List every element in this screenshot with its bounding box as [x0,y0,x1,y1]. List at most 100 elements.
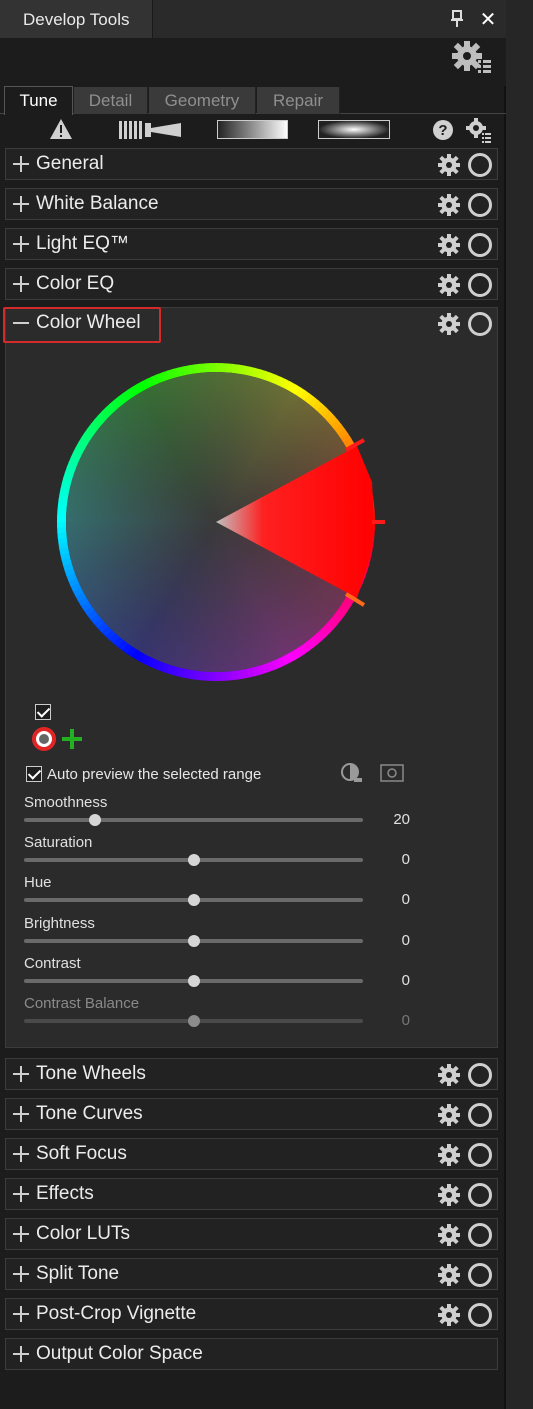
smoothness-label: Smoothness [24,794,108,811]
section-soft-focus[interactable]: Soft Focus [5,1138,498,1170]
range-enable-checkbox[interactable] [35,704,51,720]
slider-knob[interactable] [187,854,200,866]
section-white-balance[interactable]: White Balance [5,188,498,220]
gear-icon[interactable] [437,1183,461,1207]
settings-list-icon[interactable] [466,117,492,148]
contrast-balance-label: Contrast Balance [24,995,140,1012]
tab-label: Geometry [164,91,240,110]
expand-icon[interactable] [11,1344,31,1364]
toggle-circle-icon[interactable] [468,1103,492,1127]
toggle-circle-icon[interactable] [468,1063,492,1087]
section-color-luts[interactable]: Color LUTs [5,1218,498,1250]
radial-gradient-icon[interactable] [318,120,390,144]
hue-slider[interactable] [24,894,363,906]
panel-title-tab[interactable]: Develop Tools [0,0,153,38]
expand-icon[interactable] [11,274,31,294]
gear-icon[interactable] [437,1143,461,1167]
tab-label: Repair [272,91,324,110]
expand-icon[interactable] [11,1144,31,1164]
tab-detail[interactable]: Detail [74,87,148,114]
toggle-circle-icon[interactable] [468,1263,492,1287]
hue-value[interactable]: 0 [370,891,410,908]
section-output-color-space[interactable]: Output Color Space [5,1338,498,1370]
contrast-slider[interactable] [24,975,363,987]
warning-icon[interactable] [49,118,73,145]
toggle-circle-icon[interactable] [468,1223,492,1247]
expand-icon[interactable] [11,234,31,254]
brightness-value[interactable]: 0 [370,932,410,949]
gear-icon[interactable] [437,1063,461,1087]
toggle-circle-icon[interactable] [468,1143,492,1167]
expand-icon[interactable] [11,1064,31,1084]
smoothness-slider[interactable] [24,814,363,826]
gear-icon[interactable] [437,273,461,297]
slider-knob[interactable] [187,894,200,906]
section-effects[interactable]: Effects [5,1178,498,1210]
expand-icon[interactable] [11,1264,31,1284]
smoothness-value[interactable]: 20 [370,811,410,828]
section-label: Light EQ™ [36,233,129,254]
toggle-circle-icon[interactable] [468,153,492,177]
color-wheel[interactable] [54,362,386,686]
toggle-circle-icon[interactable] [468,312,492,336]
section-label: General [36,153,104,174]
contrast-label: Contrast [24,955,81,972]
section-post-crop-vignette[interactable]: Post-Crop Vignette [5,1298,498,1330]
section-label: Tone Wheels [36,1063,146,1084]
color-mask-icon[interactable] [340,762,364,789]
section-tone-wheels[interactable]: Tone Wheels [5,1058,498,1090]
preview-frame-icon[interactable] [380,764,404,787]
expand-icon[interactable] [11,154,31,174]
panel-title: Develop Tools [23,10,130,29]
gear-icon[interactable] [437,1263,461,1287]
tab-tune[interactable]: Tune [4,86,73,115]
section-tone-curves[interactable]: Tone Curves [5,1098,498,1130]
section-label: Color LUTs [36,1223,130,1244]
gear-icon[interactable] [437,1103,461,1127]
slider-knob[interactable] [187,975,200,987]
tab-geometry[interactable]: Geometry [149,87,256,114]
tab-label: Tune [19,91,58,110]
gradient-icon[interactable] [217,120,288,144]
expand-icon[interactable] [11,1224,31,1244]
brightness-slider[interactable] [24,935,363,947]
expand-icon[interactable] [11,1104,31,1124]
saturation-label: Saturation [24,834,93,851]
gear-icon[interactable] [437,193,461,217]
add-range-icon[interactable] [62,729,82,749]
hue-label: Hue [24,874,52,891]
slider-knob[interactable] [187,935,200,947]
saturation-slider[interactable] [24,854,363,866]
gear-icon[interactable] [437,153,461,177]
toggle-circle-icon[interactable] [468,273,492,297]
section-light-eq[interactable]: Light EQ™ [5,228,498,260]
expand-icon[interactable] [11,194,31,214]
contrast-value[interactable]: 0 [370,972,410,989]
close-icon[interactable]: ✕ [478,7,498,31]
toggle-circle-icon[interactable] [468,233,492,257]
section-general[interactable]: General [5,148,498,180]
section-label: Split Tone [36,1263,120,1284]
brush-icon[interactable] [119,120,181,145]
tab-repair[interactable]: Repair [257,87,340,114]
color-picker-icon[interactable] [32,727,56,751]
pin-icon[interactable] [448,9,466,29]
slider-knob [187,1015,200,1027]
gear-icon[interactable] [437,312,461,336]
help-icon[interactable]: ? [432,119,454,146]
gear-icon[interactable] [437,1223,461,1247]
section-color-eq[interactable]: Color EQ [5,268,498,300]
toggle-circle-icon[interactable] [468,193,492,217]
expand-icon[interactable] [11,1304,31,1324]
toggle-circle-icon[interactable] [468,1183,492,1207]
auto-preview-checkbox[interactable] [26,766,42,782]
gear-icon[interactable] [437,233,461,257]
section-label: Soft Focus [36,1143,127,1164]
section-split-tone[interactable]: Split Tone [5,1258,498,1290]
expand-icon[interactable] [11,1184,31,1204]
right-edge-strip [506,0,533,1409]
panel-settings-icon[interactable] [450,40,492,76]
saturation-value[interactable]: 0 [370,851,410,868]
gear-icon[interactable] [437,1303,461,1327]
toggle-circle-icon[interactable] [468,1303,492,1327]
